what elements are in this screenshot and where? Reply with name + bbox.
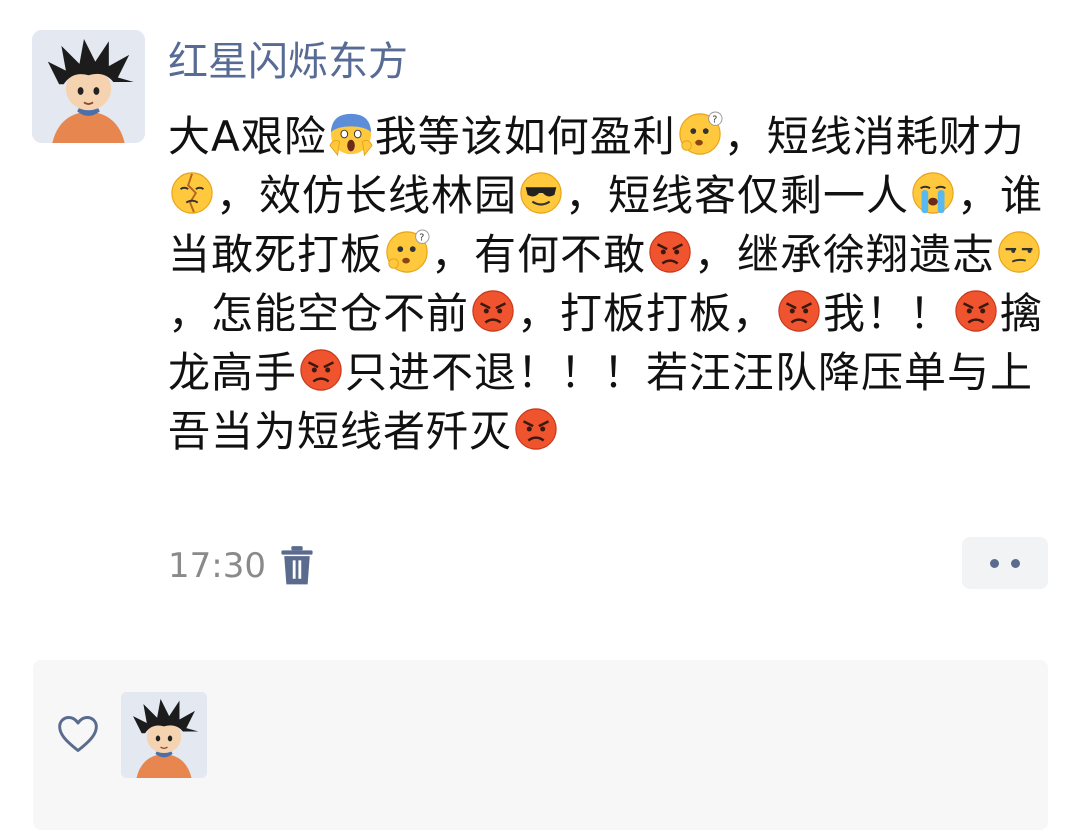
angry-emoji: [953, 288, 999, 334]
more-dot-icon: [1011, 558, 1020, 568]
svg-text:?: ?: [419, 233, 425, 244]
angry-emoji: [298, 347, 344, 393]
heart-icon[interactable]: [56, 712, 100, 756]
more-dot-icon: [990, 558, 999, 568]
post-text-segment: ，打板打板，: [517, 289, 776, 338]
post-text-segment: ，效仿长线林园: [216, 171, 518, 220]
thinking-emoji: ?: [384, 229, 430, 275]
user-avatar[interactable]: [32, 30, 145, 143]
liker-avatar[interactable]: [121, 692, 207, 778]
angry-emoji: [470, 288, 516, 334]
angry-emoji: [647, 229, 693, 275]
thinking-emoji: ?: [677, 111, 723, 157]
post-text-segment: ，继承徐翔遗志: [694, 230, 996, 279]
unamused-emoji: [996, 229, 1042, 275]
sunglasses-emoji: [518, 170, 564, 216]
post-meta-row: 17:30: [168, 540, 314, 592]
post-text-segment: 大A艰险: [168, 112, 327, 161]
post-text-segment: 我等该如何盈利: [374, 112, 676, 161]
trash-icon[interactable]: [280, 546, 314, 586]
scream-emoji: [328, 111, 374, 157]
post-username[interactable]: 红星闪烁东方: [168, 32, 408, 92]
heartbroken-emoji: [169, 170, 215, 216]
angry-emoji: [776, 288, 822, 334]
avatar-image: [32, 30, 145, 143]
post-text-segment: ，有何不敢: [431, 230, 647, 279]
post-content: 大A艰险 我等该如何盈利? ，短线消耗财力 ，效仿长线林园 ，短线客仅剩一人 ，谁当敢死打…: [168, 107, 1048, 461]
liker-avatar-image: [121, 692, 207, 778]
crying-emoji: [910, 170, 956, 216]
svg-text:?: ?: [712, 115, 718, 126]
post-timestamp: 17:30: [168, 546, 266, 586]
post-text-segment: ，短线客仅剩一人: [565, 171, 910, 220]
post-text-segment: ，短线消耗财力: [723, 112, 1025, 161]
angry-emoji: [513, 406, 559, 452]
post-text-segment: 我！！: [823, 289, 953, 338]
more-options-button[interactable]: [962, 537, 1048, 589]
post-text-segment: ，怎能空仓不前: [168, 289, 470, 338]
